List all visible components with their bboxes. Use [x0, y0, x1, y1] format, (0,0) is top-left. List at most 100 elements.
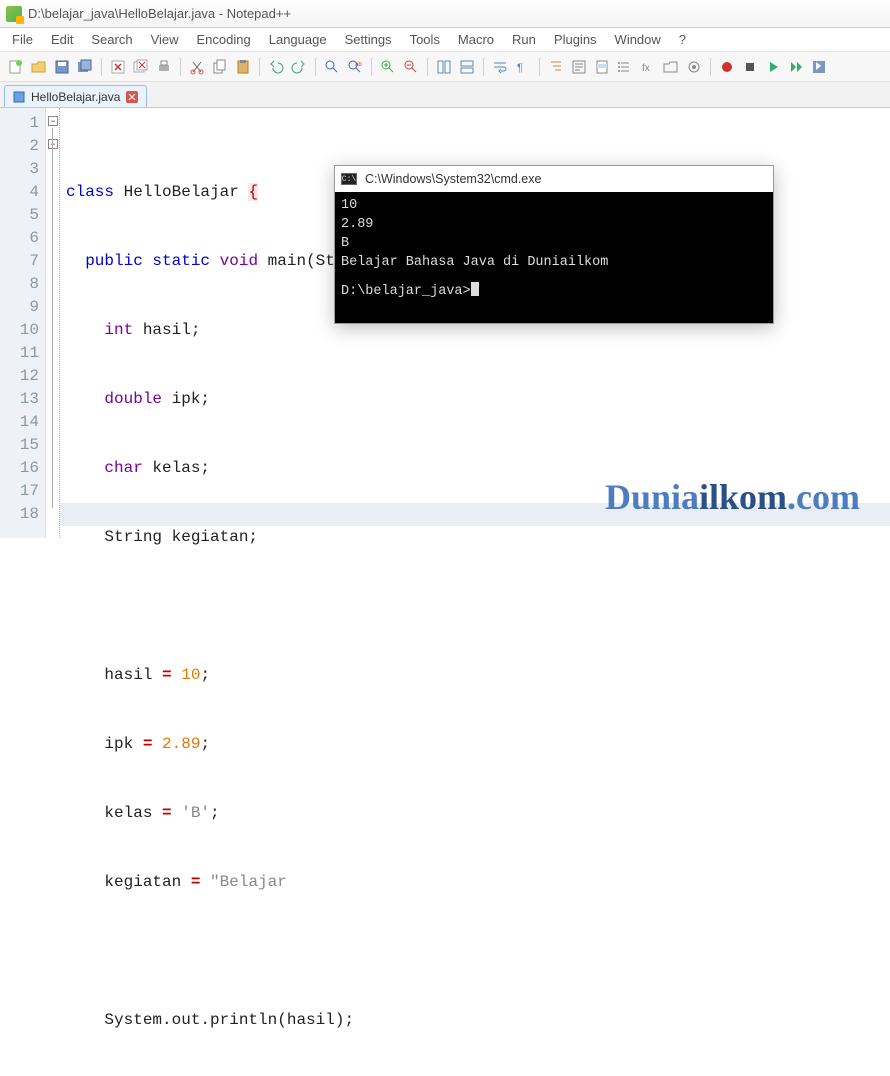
tab-bar: HelloBelajar.java [0, 82, 890, 108]
monitoring-icon[interactable] [684, 57, 704, 77]
undo-icon[interactable] [266, 57, 286, 77]
menu-tools[interactable]: Tools [402, 30, 448, 49]
menu-language[interactable]: Language [261, 30, 335, 49]
fold-margin[interactable]: − − [46, 108, 60, 538]
cmd-output[interactable]: 10 2.89 B Belajar Bahasa Java di Duniail… [335, 192, 773, 323]
menu-help[interactable]: ? [671, 30, 694, 49]
identifier: kelas; [143, 459, 210, 477]
punct: ; [210, 804, 220, 822]
toolbar-separator [259, 58, 260, 76]
svg-text:¶: ¶ [517, 62, 523, 74]
zoom-in-icon[interactable] [378, 57, 398, 77]
line-number: 3 [0, 158, 39, 181]
line-number: 2 [0, 135, 39, 158]
new-file-icon[interactable] [6, 57, 26, 77]
zoom-out-icon[interactable] [401, 57, 421, 77]
play-macro-icon[interactable] [763, 57, 783, 77]
menu-view[interactable]: View [143, 30, 187, 49]
open-file-icon[interactable] [29, 57, 49, 77]
menu-run[interactable]: Run [504, 30, 544, 49]
save-macro-icon[interactable] [809, 57, 829, 77]
sync-h-icon[interactable] [457, 57, 477, 77]
indent-guide-icon[interactable] [546, 57, 566, 77]
replace-icon[interactable]: ab [345, 57, 365, 77]
cmd-line: B [341, 234, 767, 253]
tab-close-icon[interactable] [126, 91, 138, 103]
fold-line [52, 128, 53, 508]
doc-list-icon[interactable] [615, 57, 635, 77]
folder-workspace-icon[interactable] [661, 57, 681, 77]
identifier: kelas [104, 804, 162, 822]
svg-text:ab: ab [355, 62, 362, 68]
redo-icon[interactable] [289, 57, 309, 77]
toolbar-separator [101, 58, 102, 76]
paste-icon[interactable] [233, 57, 253, 77]
record-macro-icon[interactable] [717, 57, 737, 77]
keyword: public static [85, 252, 210, 270]
close-all-icon[interactable] [131, 57, 151, 77]
type: char [104, 459, 142, 477]
menu-window[interactable]: Window [607, 30, 669, 49]
menu-file[interactable]: File [4, 30, 41, 49]
watermark-part: Dunia [605, 477, 699, 517]
show-all-chars-icon[interactable]: ¶ [513, 57, 533, 77]
stop-macro-icon[interactable] [740, 57, 760, 77]
toolbar-separator [315, 58, 316, 76]
identifier: kegiatan; [162, 528, 258, 546]
window-titlebar[interactable]: D:\belajar_java\HelloBelajar.java - Note… [0, 0, 890, 28]
line-number: 8 [0, 273, 39, 296]
tab-label: HelloBelajar.java [31, 90, 120, 104]
menu-macro[interactable]: Macro [450, 30, 502, 49]
menu-plugins[interactable]: Plugins [546, 30, 605, 49]
line-number: 11 [0, 342, 39, 365]
svg-text:fx: fx [642, 63, 650, 74]
type: String [104, 528, 162, 546]
cut-icon[interactable] [187, 57, 207, 77]
save-icon[interactable] [52, 57, 72, 77]
type: int [104, 321, 133, 339]
number: 10 [172, 666, 201, 684]
operator: = [162, 804, 172, 822]
print-icon[interactable] [154, 57, 174, 77]
punct: ; [200, 735, 210, 753]
tab-hellobelajar[interactable]: HelloBelajar.java [4, 85, 147, 107]
play-multi-macro-icon[interactable] [786, 57, 806, 77]
close-icon[interactable] [108, 57, 128, 77]
menu-encoding[interactable]: Encoding [189, 30, 259, 49]
fold-toggle-icon[interactable]: − [48, 139, 58, 149]
watermark-part: .com [787, 477, 860, 517]
identifier: kegiatan [104, 873, 190, 891]
identifier: main [258, 252, 306, 270]
udl-icon[interactable] [569, 57, 589, 77]
save-all-icon[interactable] [75, 57, 95, 77]
identifier: ipk [104, 735, 142, 753]
fold-toggle-icon[interactable]: − [48, 116, 58, 126]
line-number: 7 [0, 250, 39, 273]
toolbar-separator [371, 58, 372, 76]
cmd-line: 2.89 [341, 215, 767, 234]
copy-icon[interactable] [210, 57, 230, 77]
file-icon [13, 91, 25, 103]
type: void [210, 252, 258, 270]
window-title: D:\belajar_java\HelloBelajar.java - Note… [28, 6, 291, 21]
line-number: 15 [0, 434, 39, 457]
menu-edit[interactable]: Edit [43, 30, 81, 49]
notepadpp-icon [6, 6, 22, 22]
keyword: class [66, 183, 114, 201]
watermark-logo: Duniailkom.com [605, 476, 860, 518]
line-number: 10 [0, 319, 39, 342]
operator: = [143, 735, 153, 753]
find-icon[interactable] [322, 57, 342, 77]
cmd-prompt: D:\belajar_java> [341, 284, 471, 299]
wordwrap-icon[interactable] [490, 57, 510, 77]
type: double [104, 390, 162, 408]
sync-v-icon[interactable] [434, 57, 454, 77]
doc-map-icon[interactable] [592, 57, 612, 77]
toolbar-separator [180, 58, 181, 76]
toolbar-separator [483, 58, 484, 76]
cmd-cursor [471, 282, 479, 296]
func-list-icon[interactable]: fx [638, 57, 658, 77]
menu-settings[interactable]: Settings [337, 30, 400, 49]
line-number: 9 [0, 296, 39, 319]
menu-search[interactable]: Search [83, 30, 140, 49]
